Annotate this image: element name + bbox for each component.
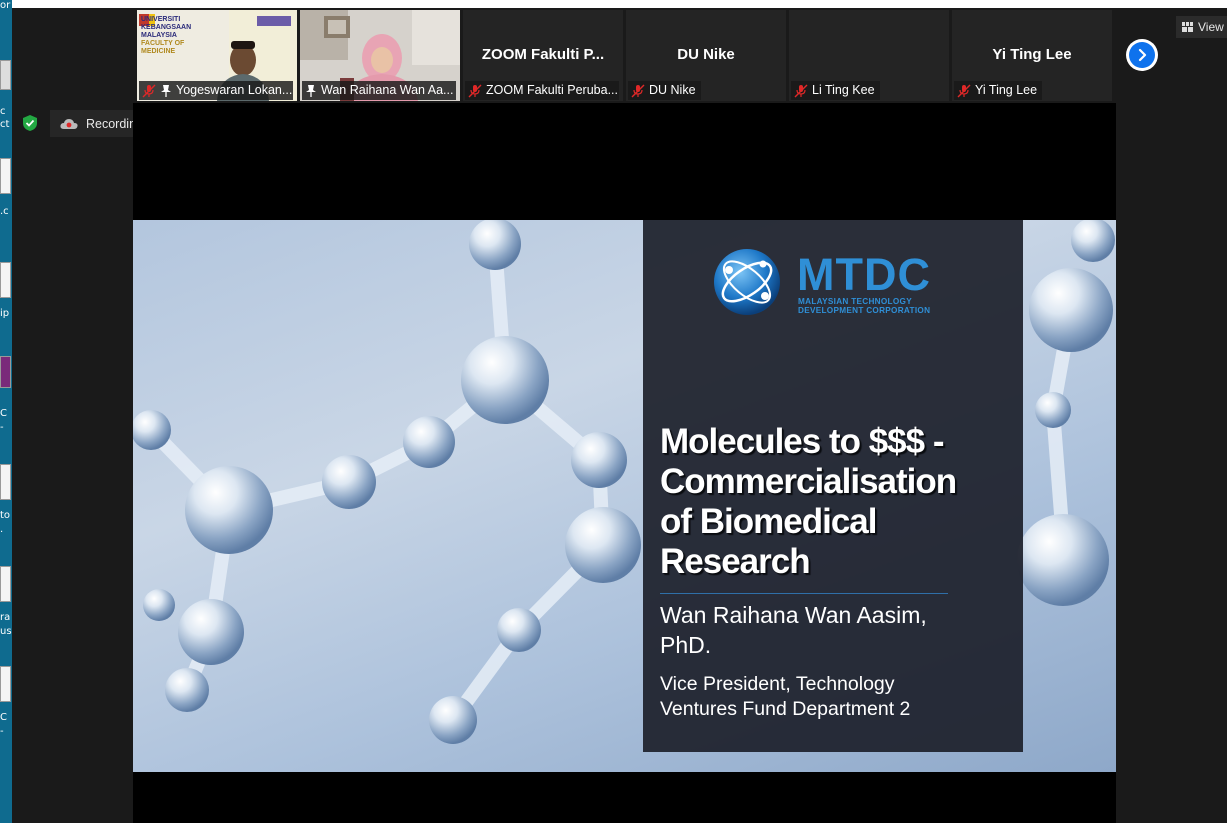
logo-subtitle-line: MALAYSIAN TECHNOLOGY [798,297,912,306]
presenter-name: Wan Raihana Wan Aasim, PhD. [660,600,990,660]
desktop-label: ra [0,612,11,623]
chevron-right-icon [1129,42,1155,68]
slide-title-line: Commercialisation [660,462,957,501]
cloud-record-icon [60,118,78,129]
desktop-label: C [0,712,7,723]
participant-footer: ZOOM Fakulti Peruba... [465,81,619,100]
view-label: View [1198,20,1224,34]
participant-tile-du-nike[interactable]: DU Nike DU Nike [626,10,786,101]
desktop-label: c [0,106,6,117]
desktop-file-icon[interactable] [0,666,11,702]
backdrop-line: MALAYSIA [141,32,177,39]
mic-off-icon [794,84,808,97]
desktop-label: us. [0,626,12,637]
participant-display-name: ZOOM Fakulti P... [481,46,605,63]
slide-title: Molecules to $$$ - Commercialisation of … [660,422,1020,582]
mic-off-icon [631,84,645,97]
participant-name: Li Ting Kee [812,83,875,97]
participant-footer: Yi Ting Lee [954,81,1043,100]
participant-tile-yi-ting-lee[interactable]: Yi Ting Lee Yi Ting Lee [952,10,1112,101]
presenter-role: Vice President, Technology Ventures Fund… [660,672,990,722]
participant-tile-zoom-fakulti[interactable]: ZOOM Fakulti P... ZOOM Fakulti Peruba... [463,10,623,101]
presenter-line: Wan Raihana Wan Aasim, [660,602,927,628]
presentation-slide: MTDC MALAYSIAN TECHNOLOGY DEVELOPMENT CO… [133,220,1116,772]
desktop-file-icon[interactable] [0,566,11,602]
desktop-file-icon[interactable] [0,464,11,500]
backdrop-line: FACULTY OF MEDICINE [141,40,185,55]
desktop-label: - [0,726,4,737]
backdrop-line: UNIVERSITI [141,16,181,23]
mic-off-icon [468,84,482,97]
participant-tile-li-ting-kee[interactable]: Li Ting Kee [789,10,949,101]
mic-off-icon [957,84,971,97]
desktop-label: - [0,422,4,433]
pin-icon [161,84,171,97]
desktop-file-icon[interactable] [0,262,11,298]
participant-display-name: Yi Ting Lee [992,46,1072,63]
desktop-label: . [0,524,4,535]
logo-subtitle: MALAYSIAN TECHNOLOGY DEVELOPMENT CORPORA… [798,297,930,315]
role-line: Ventures Fund Department 2 [660,698,911,720]
desktop-label: ct [0,119,10,130]
desktop-app-icon[interactable] [0,356,11,388]
participant-tile-wan-raihana[interactable]: Wan Raihana Wan Aa... [300,10,460,101]
backdrop-text: UNIVERSITI KEBANGSAAN MALAYSIA FACULTY O… [141,16,213,56]
grid-icon [1182,22,1193,32]
participant-name: Wan Raihana Wan Aa... [321,83,454,97]
security-shield-icon[interactable] [20,112,40,134]
logo-subtitle-line: DEVELOPMENT CORPORATION [798,306,931,315]
gallery-next-button[interactable] [1126,39,1158,71]
participant-tile-yogeswaran[interactable]: UNIVERSITI KEBANGSAAN MALAYSIA FACULTY O… [137,10,297,101]
globe-logo-icon [714,249,780,315]
pin-icon [306,84,316,97]
participant-name: Yi Ting Lee [975,83,1038,97]
slide-title-line: Molecules to $$$ - [660,422,944,461]
participant-footer: Yogeswaran Lokan... [139,81,293,100]
slide-title-line: of Biomedical [660,502,877,541]
title-divider [660,593,948,594]
desktop-label: .c [0,206,9,217]
desktop-file-icon[interactable] [0,60,11,90]
view-button[interactable]: View [1176,16,1227,38]
slide-title-line: Research [660,542,811,581]
desktop-label: to [0,510,11,521]
participant-footer: DU Nike [628,81,701,100]
participant-footer: Wan Raihana Wan Aa... [302,81,456,100]
participant-name: ZOOM Fakulti Peruba... [486,83,618,97]
participant-name: DU Nike [649,83,696,97]
mtdc-logo: MTDC MALAYSIAN TECHNOLOGY DEVELOPMENT CO… [713,248,943,318]
desktop-file-icon[interactable] [0,158,11,194]
window-top-edge [12,0,1227,8]
participant-footer: Li Ting Kee [791,81,880,100]
role-line: Vice President, Technology [660,673,895,695]
presenter-line: PhD. [660,632,712,658]
desktop-label: C [0,408,7,419]
participant-display-name: DU Nike [677,46,735,63]
participant-name: Yogeswaran Lokan... [176,83,293,97]
desktop-strip: or c ct .c ip C - to . ra us. C - [0,0,12,823]
mic-off-icon [142,84,156,97]
desktop-label: or [0,0,11,11]
title-panel: MTDC MALAYSIAN TECHNOLOGY DEVELOPMENT CO… [643,220,1023,752]
backdrop-line: KEBANGSAAN [141,24,192,31]
logo-wordmark: MTDC [797,249,931,300]
desktop-label: ip [0,308,10,319]
